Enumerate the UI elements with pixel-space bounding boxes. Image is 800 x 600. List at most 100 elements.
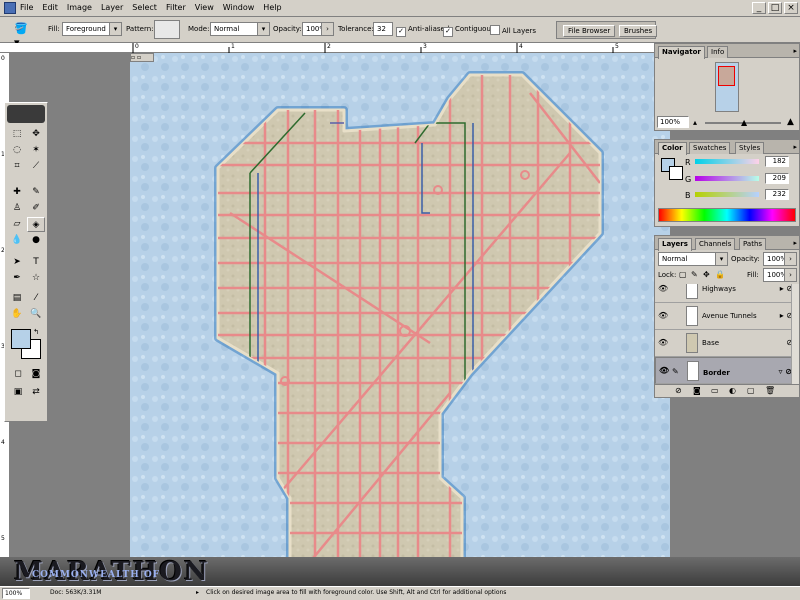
tab-file-browser[interactable]: File Browser [563,25,616,37]
menu-file[interactable]: File [20,3,33,12]
layer-fill-input[interactable]: 100% › [763,268,797,282]
jump-to-imageready-icon[interactable]: ⇄ [27,385,45,400]
menu-filter[interactable]: Filter [166,3,186,12]
move-tool-icon[interactable]: ✥ [27,127,45,142]
notes-tool-icon[interactable]: ▤ [8,291,26,306]
status-doc-size[interactable]: Doc: 563K/3.31M [50,589,101,596]
type-tool-icon[interactable]: T [27,255,45,270]
tab-styles[interactable]: Styles [735,142,765,154]
panel-menu-icon[interactable]: ▸ [793,47,797,55]
menu-help[interactable]: Help [263,3,281,12]
zoom-tool-icon[interactable]: 🔍 [27,307,45,322]
photoshop-app-icon[interactable] [4,2,16,14]
tab-layers[interactable]: Layers [658,238,692,251]
all-layers-checkbox[interactable]: All Layers [490,25,536,35]
blend-mode-select[interactable]: Normal ▾ [658,252,728,266]
scrollbar-thumb[interactable] [792,324,799,338]
crop-tool-icon[interactable]: ⌗ [8,159,26,174]
layer-row[interactable]: 👁 Avenue Tunnels ▸ ⊘ [655,303,791,330]
menu-window[interactable]: Window [223,3,255,12]
layer-style-icon[interactable]: ⊘ [675,386,682,395]
magic-wand-icon[interactable]: ✶ [27,143,45,158]
blue-slider[interactable] [695,192,759,197]
hand-tool-icon[interactable]: ✋ [8,307,26,322]
panel-menu-icon[interactable]: ▸ [793,143,797,151]
menu-image[interactable]: Image [67,3,92,12]
healing-brush-icon[interactable]: ✚ [8,185,26,200]
tab-brushes[interactable]: Brushes [619,25,658,37]
layer-effects-icon[interactable]: ▸ ⊘ [780,284,791,293]
history-brush-icon[interactable]: ✐ [27,201,45,216]
zoom-out-icon[interactable]: ▴ [693,118,697,127]
menu-select[interactable]: Select [132,3,157,12]
zoom-in-icon[interactable]: ▲ [787,117,794,127]
tab-color[interactable]: Color [658,142,687,155]
navigator-view-box[interactable] [718,66,735,86]
layer-effects-icon[interactable]: ▸ ⊘ [780,311,791,320]
blue-input[interactable]: 232 [765,189,789,200]
layer-row[interactable]: 👁 Highways ▸ ⊘ [655,284,791,303]
tab-swatches[interactable]: Swatches [689,142,731,154]
menu-edit[interactable]: Edit [42,3,58,12]
status-arrow-icon[interactable]: ▸ [196,589,199,596]
close-button[interactable]: × [784,2,798,14]
tab-info[interactable]: Info [707,46,729,58]
tab-paths[interactable]: Paths [739,238,767,250]
tab-navigator[interactable]: Navigator [658,46,705,59]
minimize-button[interactable]: _ [752,2,766,14]
swap-colors-icon[interactable]: ↰ [31,327,41,337]
contiguous-checkbox[interactable]: ✓ Contiguous [443,25,495,37]
layers-scrollbar[interactable] [791,284,799,384]
red-input[interactable]: 182 [765,156,789,167]
lock-position-icon[interactable]: ✥ [703,270,710,279]
lasso-tool-icon[interactable]: ◌ [8,143,26,158]
eye-icon[interactable]: 👁 [658,284,668,294]
marquee-tool-icon[interactable]: ⬚ [8,127,26,142]
new-set-icon[interactable]: ▭ [711,386,719,395]
layer-opacity-input[interactable]: 100% › [763,252,797,266]
clone-stamp-icon[interactable]: ♙ [8,201,26,216]
adobe-logo-icon[interactable] [7,105,45,123]
standard-mode-icon[interactable]: ◻ [9,367,27,382]
layer-effects-icon[interactable]: ▿ ⊘ [778,366,791,378]
mode-select[interactable]: Normal ▾ [210,22,270,36]
paint-bucket-preset-icon[interactable]: 🪣▾ [14,22,30,49]
new-layer-icon[interactable]: ▢ [747,386,755,395]
restore-button[interactable]: □ [768,2,782,14]
blur-tool-icon[interactable]: 💧 [8,233,26,248]
eye-icon[interactable]: 👁 [658,311,668,321]
foreground-color-swatch[interactable] [11,329,31,349]
slice-tool-icon[interactable]: ⟋ [27,159,45,174]
zoom-slider-handle[interactable]: ▲ [741,118,747,127]
document-canvas[interactable] [130,53,670,586]
navigator-zoom-input[interactable]: 100% [657,116,689,128]
panel-menu-icon[interactable]: ▸ [793,239,797,247]
green-slider[interactable] [695,176,759,181]
eye-icon[interactable]: 👁 [659,366,669,376]
anti-aliased-checkbox[interactable]: ✓ Anti-aliased [396,25,449,37]
pen-tool-icon[interactable]: ✒ [8,271,26,286]
color-ramp[interactable] [658,208,796,222]
lock-all-icon[interactable]: 🔒 [715,270,725,279]
layer-mask-icon[interactable]: ◙ [693,386,701,395]
eraser-tool-icon[interactable]: ▱ [8,217,26,232]
path-selection-icon[interactable]: ➤ [8,255,26,270]
layer-row[interactable]: 👁 Base ⊘ [655,330,791,357]
menu-view[interactable]: View [195,3,214,12]
opacity-input[interactable]: 100% › [302,22,334,36]
navigator-thumbnail[interactable] [715,62,739,112]
lock-transparency-icon[interactable]: ▢ [679,270,687,279]
color-background-swatch[interactable] [669,166,683,180]
paint-bucket-tool-icon[interactable]: ◈ [27,217,45,232]
status-zoom[interactable]: 100% [2,588,30,599]
tab-channels[interactable]: Channels [695,238,736,250]
eyedropper-icon[interactable]: ⁄ [27,291,45,306]
eye-icon[interactable]: 👁 [658,338,668,348]
trash-icon[interactable]: 🗑 [765,386,775,395]
tolerance-input[interactable]: 32 [373,22,393,36]
green-input[interactable]: 209 [765,173,789,184]
brush-tool-icon[interactable]: ✎ [27,185,45,200]
quick-mask-icon[interactable]: ◙ [27,367,45,382]
red-slider[interactable] [695,159,759,164]
shape-tool-icon[interactable]: ☆ [27,271,45,286]
